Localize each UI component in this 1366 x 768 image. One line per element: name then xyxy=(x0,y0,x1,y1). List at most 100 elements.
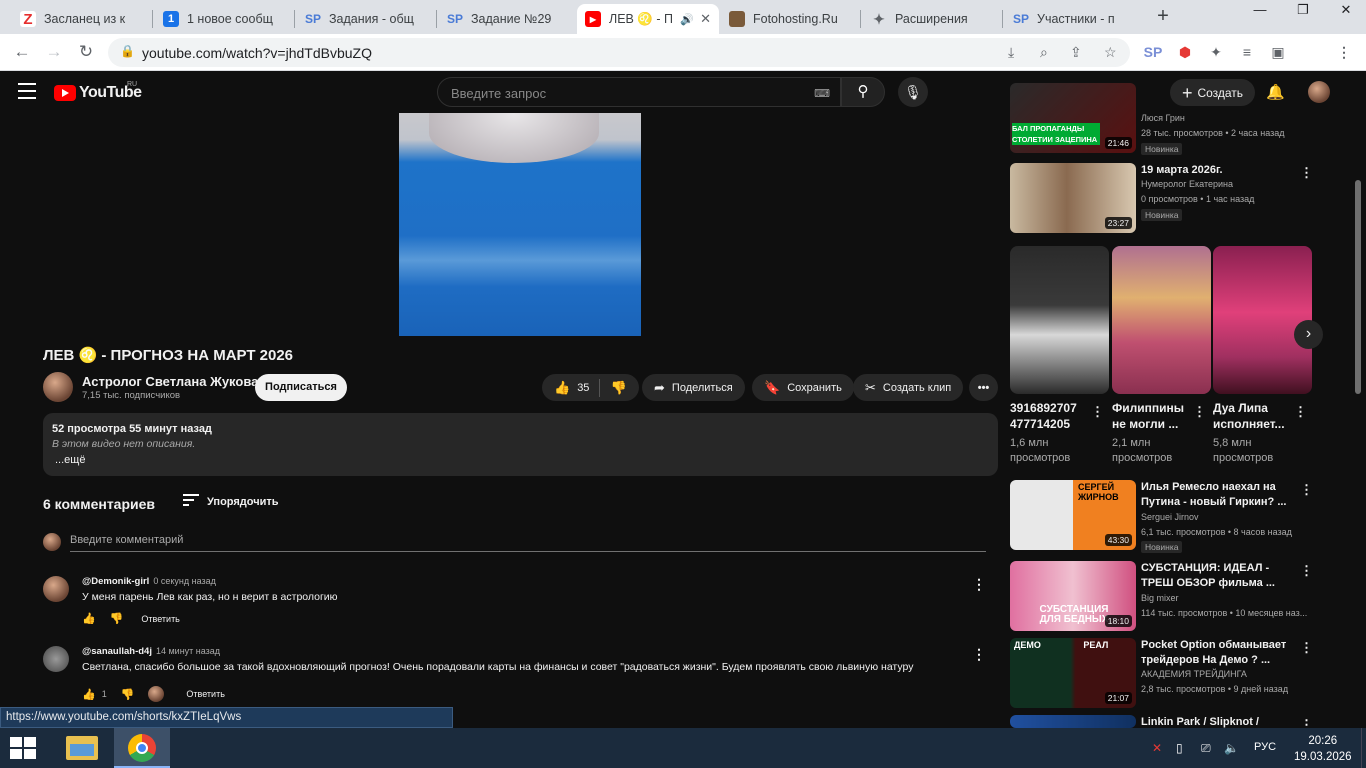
system-clock[interactable]: 20:26 19.03.2026 xyxy=(1294,733,1352,765)
reload-icon[interactable]: ↻ xyxy=(76,42,96,62)
video-thumbnail[interactable] xyxy=(1010,715,1136,728)
recommended-video[interactable]: СУБСТАНЦИЯ ДЛЯ БЕДНЫХ 18:10 СУБСТАНЦИЯ: … xyxy=(1010,561,1330,631)
comment-author[interactable]: @Demonik-girl xyxy=(82,576,149,587)
reply-button[interactable]: Ответить xyxy=(186,689,224,699)
recommended-video[interactable]: СЕРГЕЙ ЖИРНОВ 43:30 Илья Ремесло наехал … xyxy=(1010,480,1330,553)
video-channel[interactable]: Люся Грин xyxy=(1141,113,1185,123)
close-tab-icon[interactable]: ✕ xyxy=(700,11,711,27)
restore-icon[interactable]: ❐ xyxy=(1283,0,1323,22)
like-icon[interactable]: 👍 xyxy=(554,380,570,396)
browser-menu-icon[interactable]: ⋮ xyxy=(1334,42,1354,62)
minimize-icon[interactable]: — xyxy=(1240,0,1280,22)
browser-tab-6[interactable]: Fotohosting.Ru xyxy=(721,4,861,34)
comment-more-icon[interactable]: ⋮ xyxy=(972,576,986,593)
short-more-icon[interactable]: ⋮ xyxy=(1193,404,1206,420)
volume-icon[interactable]: 🔈 xyxy=(1224,741,1239,755)
video-channel[interactable]: АКАДЕМИЯ ТРЕЙДИНГА xyxy=(1141,669,1247,679)
zoom-icon[interactable]: ⌕ xyxy=(1040,44,1048,61)
url-text[interactable]: youtube.com/watch?v=jhdTdBvbuZQ xyxy=(142,45,372,61)
video-player[interactable] xyxy=(399,113,641,336)
lock-icon[interactable]: 🔒 xyxy=(120,44,135,58)
browser-tab-3[interactable]: SP Задания - общ xyxy=(297,4,437,34)
description-box[interactable]: 52 просмотра 55 минут назад В этом видео… xyxy=(43,413,998,476)
recommended-video[interactable]: Linkin Park / Slipknot / ⋮ xyxy=(1010,715,1330,728)
short-title[interactable]: Дуа Липа исполняет... xyxy=(1213,400,1295,432)
notifications-bell-icon[interactable]: 🔔 xyxy=(1266,83,1285,101)
video-channel[interactable]: Big mixer xyxy=(1141,593,1179,603)
save-button[interactable]: 🔖 Сохранить xyxy=(752,374,854,401)
channel-name[interactable]: Астролог Светлана Жукова xyxy=(82,374,258,389)
extensions-puzzle-icon[interactable]: ✦ xyxy=(1206,42,1226,62)
share-icon[interactable]: ⇪ xyxy=(1070,44,1082,61)
video-title[interactable]: СУБСТАНЦИЯ: ИДЕАЛ - ТРЕШ ОБЗОР фильма ..… xyxy=(1141,561,1299,591)
video-more-icon[interactable]: ⋮ xyxy=(1300,640,1313,656)
network-error-icon[interactable]: ✕ xyxy=(1152,741,1162,755)
hamburger-menu-icon[interactable] xyxy=(18,83,36,99)
recommended-video[interactable]: 23:27 19 марта 2026г. Нумеролог Екатерин… xyxy=(1010,163,1330,235)
media-control-icon[interactable]: ≡ xyxy=(1237,42,1257,62)
reply-button[interactable]: Ответить xyxy=(141,614,179,624)
browser-tab-1[interactable]: Z Засланец из к xyxy=(12,4,152,34)
video-channel[interactable]: Нумеролог Екатерина xyxy=(1141,179,1233,189)
page-scrollbar[interactable] xyxy=(1355,180,1361,394)
video-thumbnail[interactable]: БАЛ ПРОПАГАНДЫ СТОЛЕТИИ ЗАЦЕПИНА 21:46 xyxy=(1010,83,1136,153)
comment-dislike-icon[interactable]: 👎 xyxy=(110,612,124,625)
video-more-icon[interactable]: ⋮ xyxy=(1300,482,1313,498)
video-thumbnail[interactable]: ДЕМО РЕАЛ 21:07 xyxy=(1010,638,1136,708)
browser-tab-8[interactable]: SP Участники - п xyxy=(1005,4,1145,34)
language-indicator[interactable]: РУС xyxy=(1254,741,1276,753)
subscribe-button[interactable]: Подписаться xyxy=(255,374,347,401)
video-title[interactable]: Илья Ремесло наехал на Путина - новый Ги… xyxy=(1141,480,1299,510)
dislike-icon[interactable]: 👎 xyxy=(610,380,626,396)
short-thumbnail[interactable] xyxy=(1213,246,1312,394)
battery-icon[interactable]: ▯ xyxy=(1176,741,1183,755)
share-button[interactable]: ➦ Поделиться xyxy=(642,374,745,401)
new-tab-button[interactable]: + xyxy=(1152,6,1174,28)
show-more-link[interactable]: ...ещё xyxy=(55,454,85,466)
video-title[interactable]: Linkin Park / Slipknot / xyxy=(1141,715,1299,728)
comment-time[interactable]: 0 секунд назад xyxy=(153,576,216,586)
comment-more-icon[interactable]: ⋮ xyxy=(972,646,986,663)
video-thumbnail[interactable]: СУБСТАНЦИЯ ДЛЯ БЕДНЫХ 18:10 xyxy=(1010,561,1136,631)
keyboard-icon[interactable]: ⌨ xyxy=(814,87,830,100)
install-icon[interactable]: ⤓ xyxy=(1008,44,1014,61)
recommended-video[interactable]: БАЛ ПРОПАГАНДЫ СТОЛЕТИИ ЗАЦЕПИНА 21:46 Л… xyxy=(1010,83,1330,155)
file-explorer-icon[interactable] xyxy=(54,728,110,768)
video-more-icon[interactable]: ⋮ xyxy=(1300,563,1313,579)
back-icon[interactable]: ← xyxy=(12,42,32,62)
bookmark-star-icon[interactable]: ☆ xyxy=(1104,44,1117,61)
search-input[interactable]: Введите запрос ⌨ xyxy=(437,77,841,107)
video-thumbnail[interactable]: 23:27 xyxy=(1010,163,1136,233)
channel-avatar[interactable] xyxy=(43,372,73,402)
comment-avatar[interactable] xyxy=(43,576,69,602)
like-count[interactable]: 35 xyxy=(577,382,589,394)
create-button[interactable]: + Создать xyxy=(1170,79,1255,106)
windows-start-icon[interactable] xyxy=(10,737,38,759)
browser-tab-active[interactable]: ▶ ЛЕВ ♌ - П 🔊 ✕ xyxy=(577,4,719,34)
short-thumbnail[interactable] xyxy=(1010,246,1109,394)
video-more-icon[interactable]: ⋮ xyxy=(1300,717,1313,728)
side-panel-icon[interactable]: ▣ xyxy=(1268,42,1288,62)
clip-button[interactable]: ✂ Создать клип xyxy=(853,374,964,401)
forward-icon[interactable]: → xyxy=(44,42,64,62)
chrome-taskbar-icon[interactable] xyxy=(114,728,170,768)
voice-search-button[interactable]: 🎙 xyxy=(898,77,928,107)
short-title[interactable]: 3916892707 477714205 xyxy=(1010,400,1092,432)
video-thumbnail[interactable]: СЕРГЕЙ ЖИРНОВ 43:30 xyxy=(1010,480,1136,550)
video-channel[interactable]: Serguei Jirnov xyxy=(1141,512,1199,522)
comment-like-icon[interactable]: 👍 xyxy=(82,688,96,701)
shorts-next-icon[interactable]: › xyxy=(1294,320,1323,349)
video-more-icon[interactable]: ⋮ xyxy=(1300,165,1313,181)
browser-tab-4[interactable]: SP Задание №29 xyxy=(439,4,577,34)
video-title[interactable]: 19 марта 2026г. xyxy=(1141,163,1299,178)
search-button[interactable]: ⚲ xyxy=(841,77,885,107)
short-thumbnail[interactable] xyxy=(1112,246,1211,394)
recommended-video[interactable]: ДЕМО РЕАЛ 21:07 Pocket Option обманывает… xyxy=(1010,638,1330,708)
network-icon[interactable]: ⎚ xyxy=(1201,741,1211,756)
comment-like-icon[interactable]: 👍 xyxy=(82,612,96,625)
speaker-icon[interactable]: 🔊 xyxy=(680,13,694,26)
show-desktop-button[interactable] xyxy=(1361,728,1366,768)
video-title[interactable]: Pocket Option обманывает трейдеров На Де… xyxy=(1141,638,1299,668)
comment-avatar[interactable] xyxy=(43,646,69,672)
more-actions-icon[interactable]: ••• xyxy=(969,374,998,401)
